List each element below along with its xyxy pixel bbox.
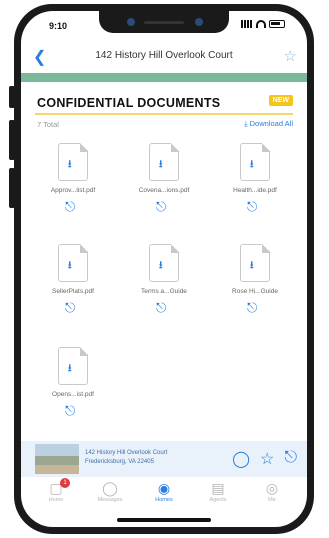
camera-icon xyxy=(127,18,135,26)
phone-screen: 9:10 ❮ 142 History Hill Overlook Court ☆… xyxy=(21,11,307,527)
share-icon[interactable]: ⎋ xyxy=(65,403,75,419)
share-icon[interactable]: ⎋ xyxy=(247,199,257,215)
listing-card[interactable]: 142 History Hill Overlook Court Frederic… xyxy=(21,441,307,477)
tab-label: Messages xyxy=(97,497,123,503)
wifi-icon xyxy=(256,20,266,28)
globe-icon: ◎ xyxy=(265,480,279,496)
document-item[interactable]: ⭳ Terms a...Guide ⎋ xyxy=(129,243,199,334)
new-badge: NEW xyxy=(268,95,293,106)
mute-switch xyxy=(9,86,15,108)
tab-label: Home xyxy=(48,497,64,503)
battery-icon xyxy=(269,20,285,28)
share-icon[interactable]: ⎋ xyxy=(156,199,166,215)
document-name: Approv...list.pdf xyxy=(50,187,96,194)
notch xyxy=(99,11,229,33)
download-glyph-icon: ⭳ xyxy=(159,159,163,170)
document-name: Health...ide.pdf xyxy=(233,187,277,194)
volume-down-button xyxy=(9,168,15,208)
download-glyph-icon: ⭳ xyxy=(250,260,254,271)
listing-address-line2: Fredericksburg, VA 22405 xyxy=(85,459,154,465)
status-bar: 9:10 xyxy=(21,11,307,39)
id-card-icon: ▤ xyxy=(211,480,225,496)
tab-label: Homes xyxy=(155,497,173,503)
speaker-grille xyxy=(144,21,184,24)
star-outline-icon[interactable]: ☆ xyxy=(284,47,297,65)
sensor-icon xyxy=(195,18,203,26)
signal-icon xyxy=(241,20,253,28)
document-name: Opens...ist.pdf xyxy=(52,391,94,398)
document-item[interactable]: ⭳ Rose Hi...Guide ⎋ xyxy=(220,243,290,334)
download-glyph-icon: ⭳ xyxy=(68,159,72,170)
document-item[interactable]: ⭳ SellerPlats.pdf ⎋ xyxy=(38,243,108,334)
download-all-button[interactable]: ⤓ Download All xyxy=(244,119,293,129)
section-title: CONFIDENTIAL DOCUMENTS xyxy=(37,96,221,110)
download-glyph-icon: ⭳ xyxy=(250,159,254,170)
tab-label: Agents xyxy=(209,497,227,503)
file-icon[interactable]: ⭳ xyxy=(149,142,180,181)
download-glyph-icon: ⭳ xyxy=(68,363,72,374)
document-name: Covena...ions.pdf xyxy=(138,187,190,194)
document-item[interactable]: ⭳ Opens...ist.pdf ⎋ xyxy=(38,346,108,437)
chat-bubble-icon[interactable]: ◯ xyxy=(232,449,250,469)
documents-total: 7 Total xyxy=(37,120,59,129)
download-glyph-icon: ⭳ xyxy=(159,260,163,271)
file-icon[interactable]: ⭳ xyxy=(58,142,89,181)
share-icon[interactable]: ⎋ xyxy=(65,199,75,215)
file-icon[interactable]: ⭳ xyxy=(240,243,271,282)
header-accent-bar xyxy=(21,73,307,82)
status-indicators xyxy=(241,20,285,28)
tab-me[interactable]: ◎ Me xyxy=(250,480,294,514)
status-time: 9:10 xyxy=(49,21,68,31)
share-icon[interactable]: ⎋ xyxy=(156,300,166,316)
document-name: Terms a...Guide xyxy=(141,288,187,295)
tab-label: Me xyxy=(268,497,276,503)
volume-up-button xyxy=(9,120,15,160)
listing-address: 142 History Hill Overlook Court Frederic… xyxy=(85,449,195,467)
file-icon[interactable]: ⭳ xyxy=(58,243,89,282)
tab-homes[interactable]: ◉ Homes xyxy=(142,480,186,514)
document-item[interactable]: ⭳ Covena...ions.pdf ⎋ xyxy=(129,142,199,233)
tab-bar: ▢ Home 1 ◯ Messages ◉ Homes ▤ Agents ◎ M… xyxy=(21,478,307,514)
document-name: SellerPlats.pdf xyxy=(52,288,94,295)
tab-agents[interactable]: ▤ Agents xyxy=(196,480,240,514)
nav-header: ❮ 142 History Hill Overlook Court ☆ xyxy=(21,41,307,71)
map-pin-icon: ◉ xyxy=(157,480,171,496)
file-icon[interactable]: ⭳ xyxy=(149,243,180,282)
document-item[interactable]: ⭳ Health...ide.pdf ⎋ xyxy=(220,142,290,233)
share-icon[interactable]: ⎋ xyxy=(284,449,297,469)
tab-messages[interactable]: ◯ Messages xyxy=(88,480,132,514)
listing-address-line1: 142 History Hill Overlook Court xyxy=(85,450,168,456)
document-name: Rose Hi...Guide xyxy=(232,288,278,295)
chat-icon: ◯ xyxy=(102,480,118,496)
file-icon[interactable]: ⭳ xyxy=(240,142,271,181)
chevron-left-icon[interactable]: ❮ xyxy=(33,47,46,67)
section-divider xyxy=(35,113,293,115)
download-glyph-icon: ⭳ xyxy=(68,260,72,271)
home-icon: ▢ xyxy=(49,480,63,496)
star-outline-icon[interactable]: ☆ xyxy=(260,449,274,469)
listing-actions: ◯ ☆ ⎋ xyxy=(232,449,297,469)
notification-badge: 1 xyxy=(60,478,70,488)
tab-home[interactable]: ▢ Home 1 xyxy=(34,478,78,514)
home-indicator[interactable] xyxy=(117,518,211,522)
listing-photo[interactable] xyxy=(35,444,79,474)
share-icon[interactable]: ⎋ xyxy=(65,300,75,316)
page-title: 142 History Hill Overlook Court xyxy=(95,50,233,61)
file-icon[interactable]: ⭳ xyxy=(58,346,89,385)
share-icon[interactable]: ⎋ xyxy=(247,300,257,316)
document-item[interactable]: ⭳ Approv...list.pdf ⎋ xyxy=(38,142,108,233)
